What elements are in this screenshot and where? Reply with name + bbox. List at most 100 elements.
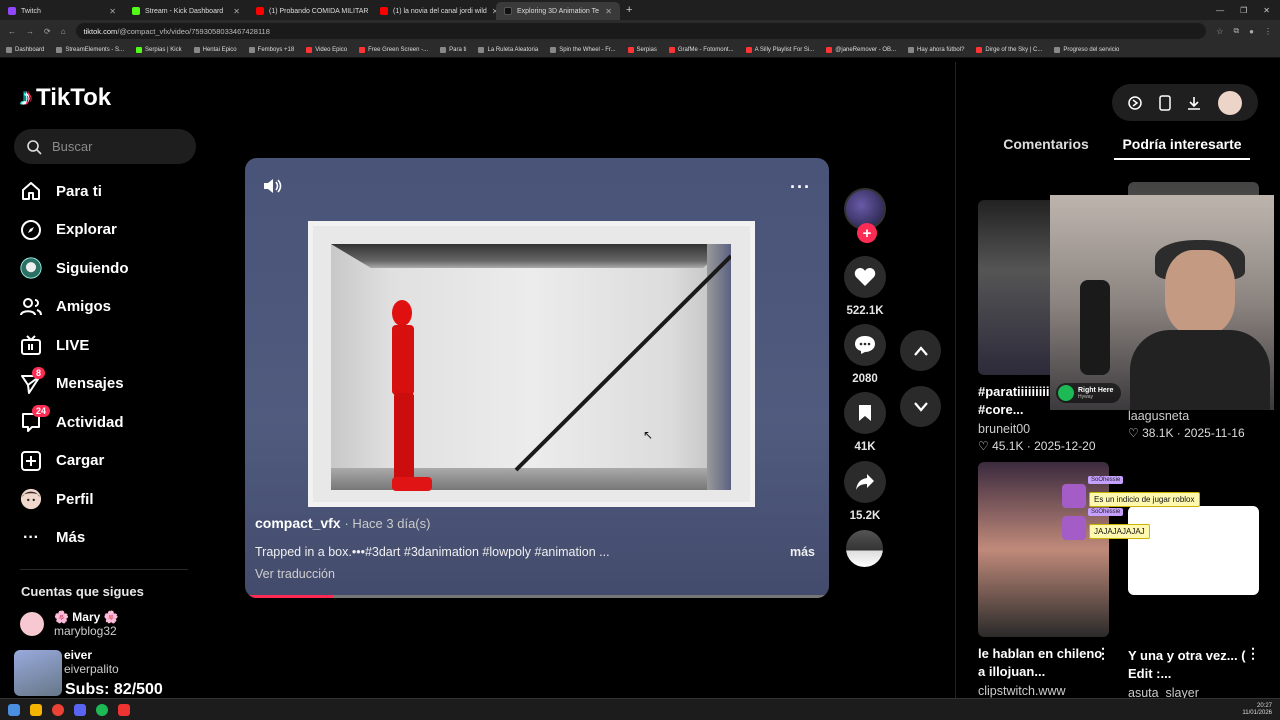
song-artist: Hyway bbox=[1078, 393, 1094, 400]
chat-message: SoOhessie JAJAJAJAJAJ bbox=[1062, 508, 1150, 540]
browser-tab[interactable]: (1) la novia del canal jordi wild ✕ bbox=[372, 2, 496, 20]
system-clock: 20:27 11/01/2026 bbox=[1242, 702, 1272, 716]
back-icon[interactable]: ← bbox=[8, 27, 16, 36]
spotify-icon[interactable] bbox=[96, 703, 108, 716]
chrome-icon[interactable] bbox=[52, 703, 64, 716]
bookmark-item[interactable]: Dirge of the Sky | C... bbox=[976, 46, 1042, 53]
home-icon[interactable]: ⌂ bbox=[61, 27, 66, 36]
see-more-button[interactable]: más bbox=[790, 545, 815, 559]
reload-icon[interactable]: ⟳ bbox=[44, 27, 51, 36]
sidebar-item-cargar[interactable]: Cargar bbox=[20, 442, 190, 481]
bookmark-item[interactable]: Dashboard bbox=[6, 46, 44, 53]
minimize-icon[interactable]: — bbox=[1216, 6, 1224, 15]
files-icon[interactable] bbox=[30, 703, 42, 716]
tab-comments[interactable]: Comentarios bbox=[978, 130, 1114, 160]
obs-icon[interactable] bbox=[118, 703, 130, 716]
tab-suggested[interactable]: Podría interesarte bbox=[1114, 130, 1250, 160]
share-button[interactable]: 15.2K bbox=[844, 461, 886, 522]
user-avatar[interactable] bbox=[1217, 90, 1242, 115]
bookmark-item[interactable]: @janeRemover - OB... bbox=[826, 46, 896, 53]
upload-icon bbox=[20, 450, 42, 472]
volume-icon[interactable] bbox=[263, 178, 283, 194]
previous-video-button[interactable] bbox=[900, 330, 941, 371]
search-box[interactable] bbox=[14, 129, 196, 164]
video-player[interactable]: ··· ↖ compact_vfx · Hace 3 día(s) Trappe… bbox=[245, 158, 829, 598]
close-icon[interactable]: ✕ bbox=[233, 7, 240, 16]
close-icon[interactable]: ✕ bbox=[605, 7, 612, 16]
like-button[interactable]: 522.1K bbox=[844, 256, 886, 317]
bookmark-item[interactable]: Femboys +18 bbox=[248, 46, 294, 53]
next-video-button[interactable] bbox=[900, 386, 941, 427]
url-field[interactable]: tiktok.com/@compact_vfx/video/7593058033… bbox=[75, 23, 1207, 39]
phone-icon[interactable] bbox=[1159, 94, 1171, 111]
extensions-icon[interactable]: ⧉ bbox=[1233, 26, 1239, 36]
browser-tab[interactable]: Stream - Kick Dashboard ✕ bbox=[124, 2, 248, 20]
save-count: 41K bbox=[854, 441, 876, 453]
download-icon[interactable] bbox=[1187, 96, 1201, 110]
comment-count: 2080 bbox=[852, 373, 878, 385]
sidebar-item-explorar[interactable]: Explorar bbox=[20, 211, 190, 250]
bookmark-item[interactable]: Para ti bbox=[440, 46, 466, 53]
close-window-icon[interactable]: ✕ bbox=[1263, 6, 1270, 15]
sidebar-item-perfil[interactable]: Perfil bbox=[20, 480, 190, 519]
followed-account[interactable]: 🌸 Mary 🌸 maryblog32 bbox=[20, 610, 119, 638]
chat-text: JAJAJAJAJAJ bbox=[1089, 523, 1150, 539]
browser-tab[interactable]: (1) Probando COMIDA MILITAR✕ bbox=[248, 2, 372, 20]
sidebar-item-amigos[interactable]: Amigos bbox=[20, 288, 190, 327]
menu-icon[interactable]: ⋮ bbox=[1264, 27, 1272, 36]
video-options-icon[interactable]: ··· bbox=[790, 177, 811, 198]
compass-icon bbox=[20, 219, 42, 241]
music-disc-icon[interactable] bbox=[846, 530, 883, 567]
forward-icon[interactable]: → bbox=[26, 27, 34, 36]
sidebar-item-siguiendo[interactable]: Siguiendo bbox=[20, 249, 190, 288]
sidebar-item-mensajes[interactable]: 8 Mensajes bbox=[20, 365, 190, 404]
sidebar-item-live[interactable]: LIVE bbox=[20, 326, 190, 365]
video-progress-bar[interactable] bbox=[245, 595, 829, 598]
new-tab-button[interactable]: + bbox=[626, 4, 632, 16]
search-input[interactable] bbox=[52, 139, 182, 154]
coins-icon[interactable] bbox=[1128, 95, 1142, 110]
comment-button[interactable]: 2080 bbox=[844, 324, 886, 385]
sidebar-item-actividad[interactable]: 24 Actividad bbox=[20, 403, 190, 442]
browser-tab[interactable]: Twitch ✕ bbox=[0, 2, 124, 20]
maximize-icon[interactable]: ❐ bbox=[1240, 6, 1247, 15]
bookmark-item[interactable]: La Ruleta Aleatoria bbox=[478, 46, 538, 53]
follow-plus-icon[interactable]: + bbox=[857, 223, 877, 243]
translate-link[interactable]: Ver traducción bbox=[255, 567, 815, 581]
bookmark-item[interactable]: GrafMe - Fotomont... bbox=[668, 46, 734, 53]
start-icon[interactable] bbox=[8, 703, 20, 716]
bookmark-item[interactable]: Hay ahora fútbol? bbox=[908, 46, 964, 53]
bookmark-item[interactable]: Video Epico bbox=[306, 46, 347, 53]
discord-icon[interactable] bbox=[74, 703, 86, 716]
bookmarks-bar: Dashboard StreamElements - S... Serpias … bbox=[0, 42, 1280, 58]
card-options-icon[interactable]: ⋮ bbox=[1246, 645, 1260, 662]
sidebar-item-para-ti[interactable]: Para ti bbox=[20, 172, 190, 211]
bookmark-item[interactable]: Free Green Screen -... bbox=[359, 46, 428, 53]
card-options-icon[interactable]: ⋮ bbox=[1096, 645, 1110, 662]
twitch-icon bbox=[8, 7, 16, 15]
bookmark-item[interactable]: Serpias bbox=[627, 46, 657, 53]
bookmark-item[interactable]: Hentai Epico bbox=[193, 46, 237, 53]
browser-tab-active[interactable]: Exploring 3D Animation Te ✕ bbox=[496, 2, 620, 20]
url-path: /@compact_vfx/video/7593058033467428118 bbox=[117, 26, 270, 36]
profile-avatar-icon[interactable]: ● bbox=[1249, 27, 1254, 36]
card-stats: ♡ 38.1K · 2025-11-16 bbox=[1128, 426, 1245, 440]
bookmark-star-icon[interactable]: ☆ bbox=[1216, 27, 1223, 36]
creator-avatar[interactable]: + bbox=[844, 188, 886, 243]
bookmark-item[interactable]: Progreso del servicio bbox=[1054, 46, 1119, 53]
bookmark-item[interactable]: Spin the Wheel - Fr... bbox=[550, 46, 616, 53]
sidebar-item-mas[interactable]: ··· Más bbox=[20, 519, 190, 558]
bookmark-item[interactable]: StreamElements - S... bbox=[56, 46, 124, 53]
close-icon[interactable]: ✕ bbox=[109, 7, 116, 16]
logo-text: TikTok bbox=[36, 84, 112, 111]
card-user: clipstwitch.www bbox=[978, 684, 1066, 698]
more-icon: ··· bbox=[23, 528, 39, 546]
share-count: 15.2K bbox=[849, 510, 881, 522]
bookmark-item[interactable]: Serpias | Kick bbox=[136, 46, 182, 53]
bookmark-item[interactable]: A Silly Playlist For Si... bbox=[745, 46, 814, 53]
video-author[interactable]: compact_vfx bbox=[255, 515, 341, 531]
tiktok-logo[interactable]: ♪ TikTok bbox=[20, 84, 111, 112]
tab-label: (1) Probando COMIDA MILITAR bbox=[269, 7, 369, 15]
search-icon bbox=[27, 139, 42, 155]
save-button[interactable]: 41K bbox=[844, 392, 886, 453]
